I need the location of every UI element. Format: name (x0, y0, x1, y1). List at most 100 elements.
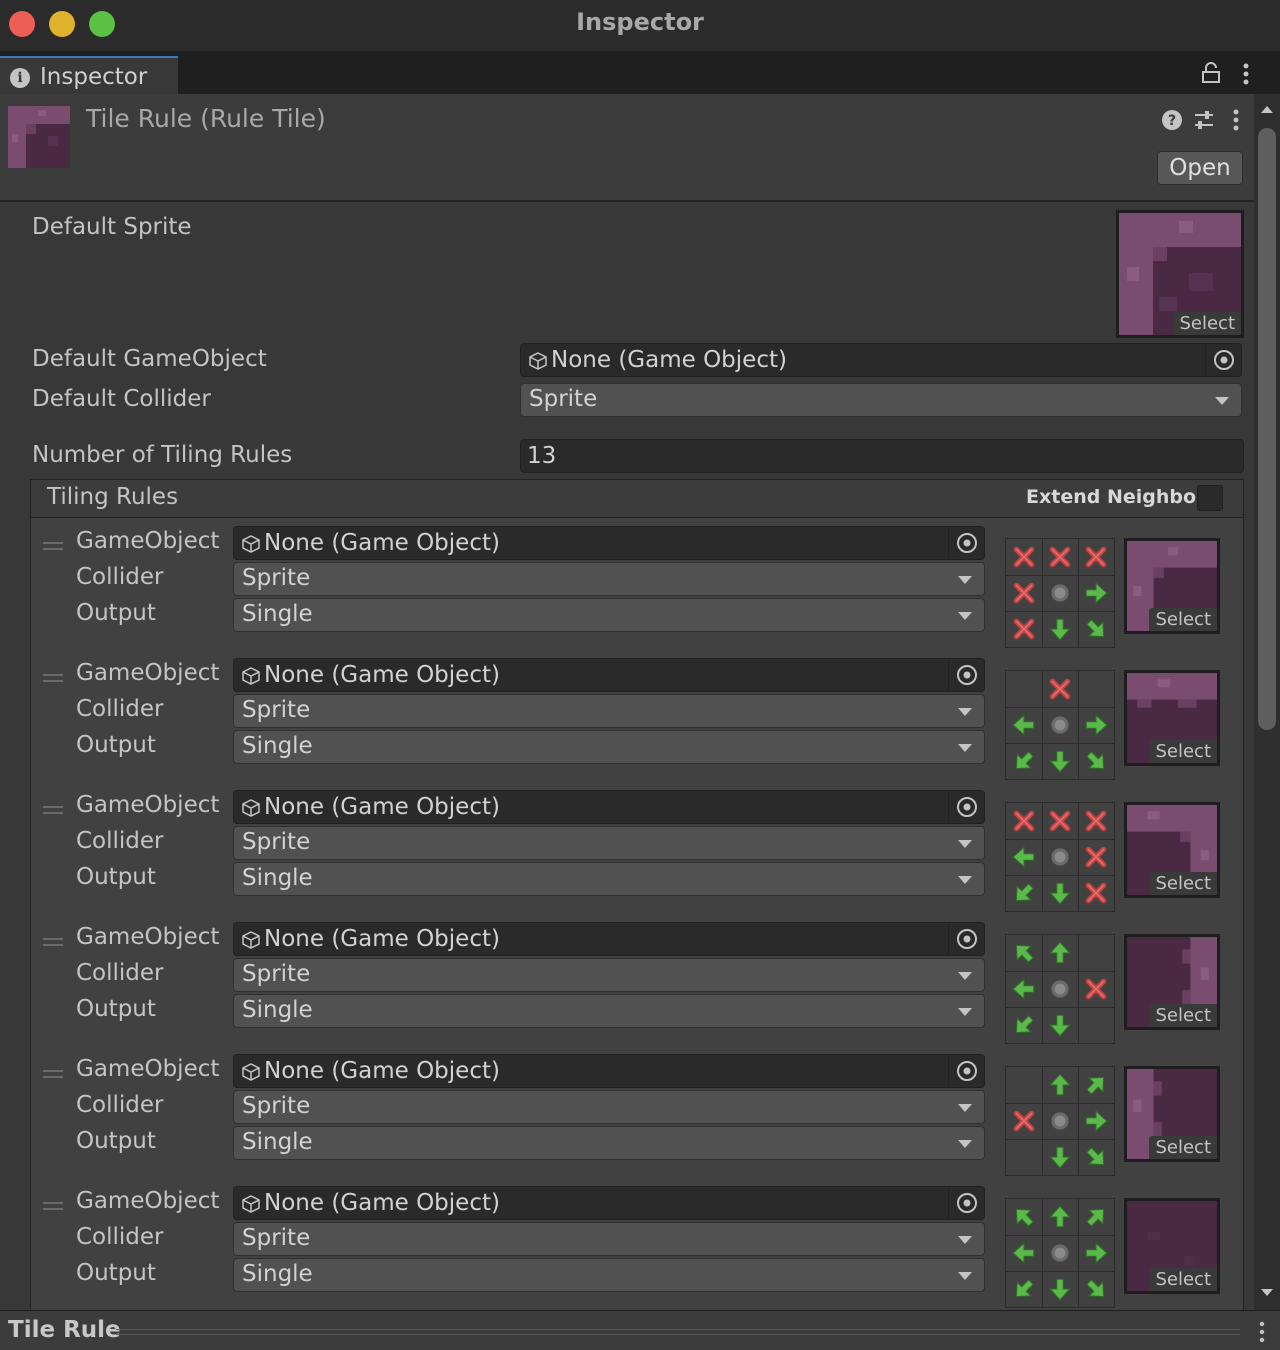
neighbor-cell[interactable] (1006, 575, 1042, 611)
default-sprite-field[interactable]: Select (1116, 210, 1244, 338)
neighbor-cell[interactable] (1078, 1007, 1114, 1043)
neighbor-cell[interactable] (1006, 1067, 1042, 1103)
scroll-up-icon[interactable] (1260, 104, 1274, 114)
neighbor-cell[interactable] (1078, 935, 1114, 971)
neighbor-cell[interactable] (1006, 971, 1042, 1007)
default-sprite-select[interactable]: Select (1173, 312, 1241, 335)
rule-collider-dropdown[interactable]: Sprite (233, 826, 985, 860)
neighbor-cell[interactable] (1078, 707, 1114, 743)
rule-sprite-field[interactable]: Select (1124, 670, 1220, 766)
rule-sprite-field[interactable]: Select (1124, 538, 1220, 634)
default-gameobject-field[interactable]: None (Game Object) (520, 343, 1242, 377)
rule-sprite-select[interactable]: Select (1149, 1136, 1217, 1159)
rule-output-dropdown[interactable]: Single (233, 730, 985, 764)
neighbor-cell[interactable] (1042, 1067, 1078, 1103)
rule-collider-dropdown[interactable]: Sprite (233, 1090, 985, 1124)
neighbor-cell[interactable] (1006, 935, 1042, 971)
neighbor-cell[interactable] (1078, 839, 1114, 875)
rule-output-dropdown[interactable]: Single (233, 994, 985, 1028)
neighbor-cell[interactable] (1006, 803, 1042, 839)
object-picker-button[interactable] (948, 791, 984, 823)
neighbor-cell[interactable] (1042, 1235, 1078, 1271)
lock-icon[interactable] (1200, 62, 1222, 84)
object-picker-button[interactable] (948, 923, 984, 955)
rule-collider-dropdown[interactable]: Sprite (233, 958, 985, 992)
rule-sprite-select[interactable]: Select (1149, 608, 1217, 631)
neighbor-cell[interactable] (1078, 1271, 1114, 1307)
rule-gameobject-field[interactable]: None (Game Object) (233, 1054, 985, 1088)
neighbor-cell[interactable] (1078, 743, 1114, 779)
rule-sprite-select[interactable]: Select (1149, 872, 1217, 895)
open-button[interactable]: Open (1157, 151, 1243, 185)
more-options-icon[interactable] (1229, 108, 1243, 132)
neighbor-cell[interactable] (1078, 803, 1114, 839)
object-picker-button[interactable] (948, 527, 984, 559)
scroll-thumb[interactable] (1258, 128, 1276, 730)
object-picker-button[interactable] (948, 659, 984, 691)
neighbor-cell[interactable] (1078, 1199, 1114, 1235)
presets-icon[interactable] (1193, 109, 1215, 131)
rule-collider-dropdown[interactable]: Sprite (233, 562, 985, 596)
neighbor-cell[interactable] (1006, 611, 1042, 647)
tab-inspector[interactable]: i Inspector (0, 56, 178, 94)
drag-handle-icon[interactable] (43, 542, 63, 550)
rule-gameobject-field[interactable]: None (Game Object) (233, 790, 985, 824)
neighbor-cell[interactable] (1078, 875, 1114, 911)
rule-sprite-field[interactable]: Select (1124, 802, 1220, 898)
object-picker-button[interactable] (948, 1187, 984, 1219)
neighbor-cell[interactable] (1006, 1139, 1042, 1175)
default-collider-dropdown[interactable]: Sprite (520, 383, 1242, 417)
neighbor-cell[interactable] (1042, 1103, 1078, 1139)
neighbor-cell[interactable] (1006, 539, 1042, 575)
neighbor-cell[interactable] (1006, 1199, 1042, 1235)
neighbor-cell[interactable] (1078, 611, 1114, 647)
rule-gameobject-field[interactable]: None (Game Object) (233, 526, 985, 560)
rule-sprite-field[interactable]: Select (1124, 934, 1220, 1030)
neighbor-cell[interactable] (1078, 539, 1114, 575)
rule-collider-dropdown[interactable]: Sprite (233, 694, 985, 728)
neighbor-cell[interactable] (1042, 575, 1078, 611)
extend-neighbor-checkbox[interactable] (1197, 485, 1223, 511)
object-picker-button[interactable] (1205, 344, 1241, 376)
rule-sprite-select[interactable]: Select (1149, 1268, 1217, 1291)
object-picker-button[interactable] (948, 1055, 984, 1087)
neighbor-cell[interactable] (1078, 1103, 1114, 1139)
rule-output-dropdown[interactable]: Single (233, 862, 985, 896)
drag-handle-icon[interactable] (43, 938, 63, 946)
rule-sprite-select[interactable]: Select (1149, 740, 1217, 763)
num-rules-field[interactable]: 13 (520, 439, 1244, 473)
neighbor-cell[interactable] (1006, 839, 1042, 875)
neighbor-cell[interactable] (1042, 671, 1078, 707)
rule-sprite-field[interactable]: Select (1124, 1066, 1220, 1162)
rule-collider-dropdown[interactable]: Sprite (233, 1222, 985, 1256)
neighbor-cell[interactable] (1042, 611, 1078, 647)
neighbor-cell[interactable] (1078, 575, 1114, 611)
neighbor-cell[interactable] (1006, 707, 1042, 743)
rule-sprite-select[interactable]: Select (1149, 1004, 1217, 1027)
neighbor-cell[interactable] (1078, 671, 1114, 707)
rule-gameobject-field[interactable]: None (Game Object) (233, 1186, 985, 1220)
neighbor-cell[interactable] (1006, 743, 1042, 779)
rule-output-dropdown[interactable]: Single (233, 598, 985, 632)
neighbor-cell[interactable] (1042, 1007, 1078, 1043)
neighbor-cell[interactable] (1042, 743, 1078, 779)
neighbor-cell[interactable] (1042, 839, 1078, 875)
preview-menu-icon[interactable] (1256, 1321, 1268, 1343)
drag-handle-icon[interactable] (43, 1070, 63, 1078)
drag-handle-icon[interactable] (43, 1202, 63, 1210)
neighbor-cell[interactable] (1042, 803, 1078, 839)
neighbor-cell[interactable] (1006, 1235, 1042, 1271)
rule-sprite-field[interactable]: Select (1124, 1198, 1220, 1294)
neighbor-cell[interactable] (1042, 1199, 1078, 1235)
neighbor-cell[interactable] (1006, 1103, 1042, 1139)
drag-handle-icon[interactable] (43, 674, 63, 682)
rule-gameobject-field[interactable]: None (Game Object) (233, 922, 985, 956)
neighbor-cell[interactable] (1042, 539, 1078, 575)
neighbor-cell[interactable] (1006, 875, 1042, 911)
neighbor-cell[interactable] (1042, 1271, 1078, 1307)
drag-handle-icon[interactable] (43, 806, 63, 814)
neighbor-cell[interactable] (1078, 1067, 1114, 1103)
neighbor-cell[interactable] (1006, 1007, 1042, 1043)
neighbor-cell[interactable] (1006, 1271, 1042, 1307)
neighbor-cell[interactable] (1078, 1139, 1114, 1175)
